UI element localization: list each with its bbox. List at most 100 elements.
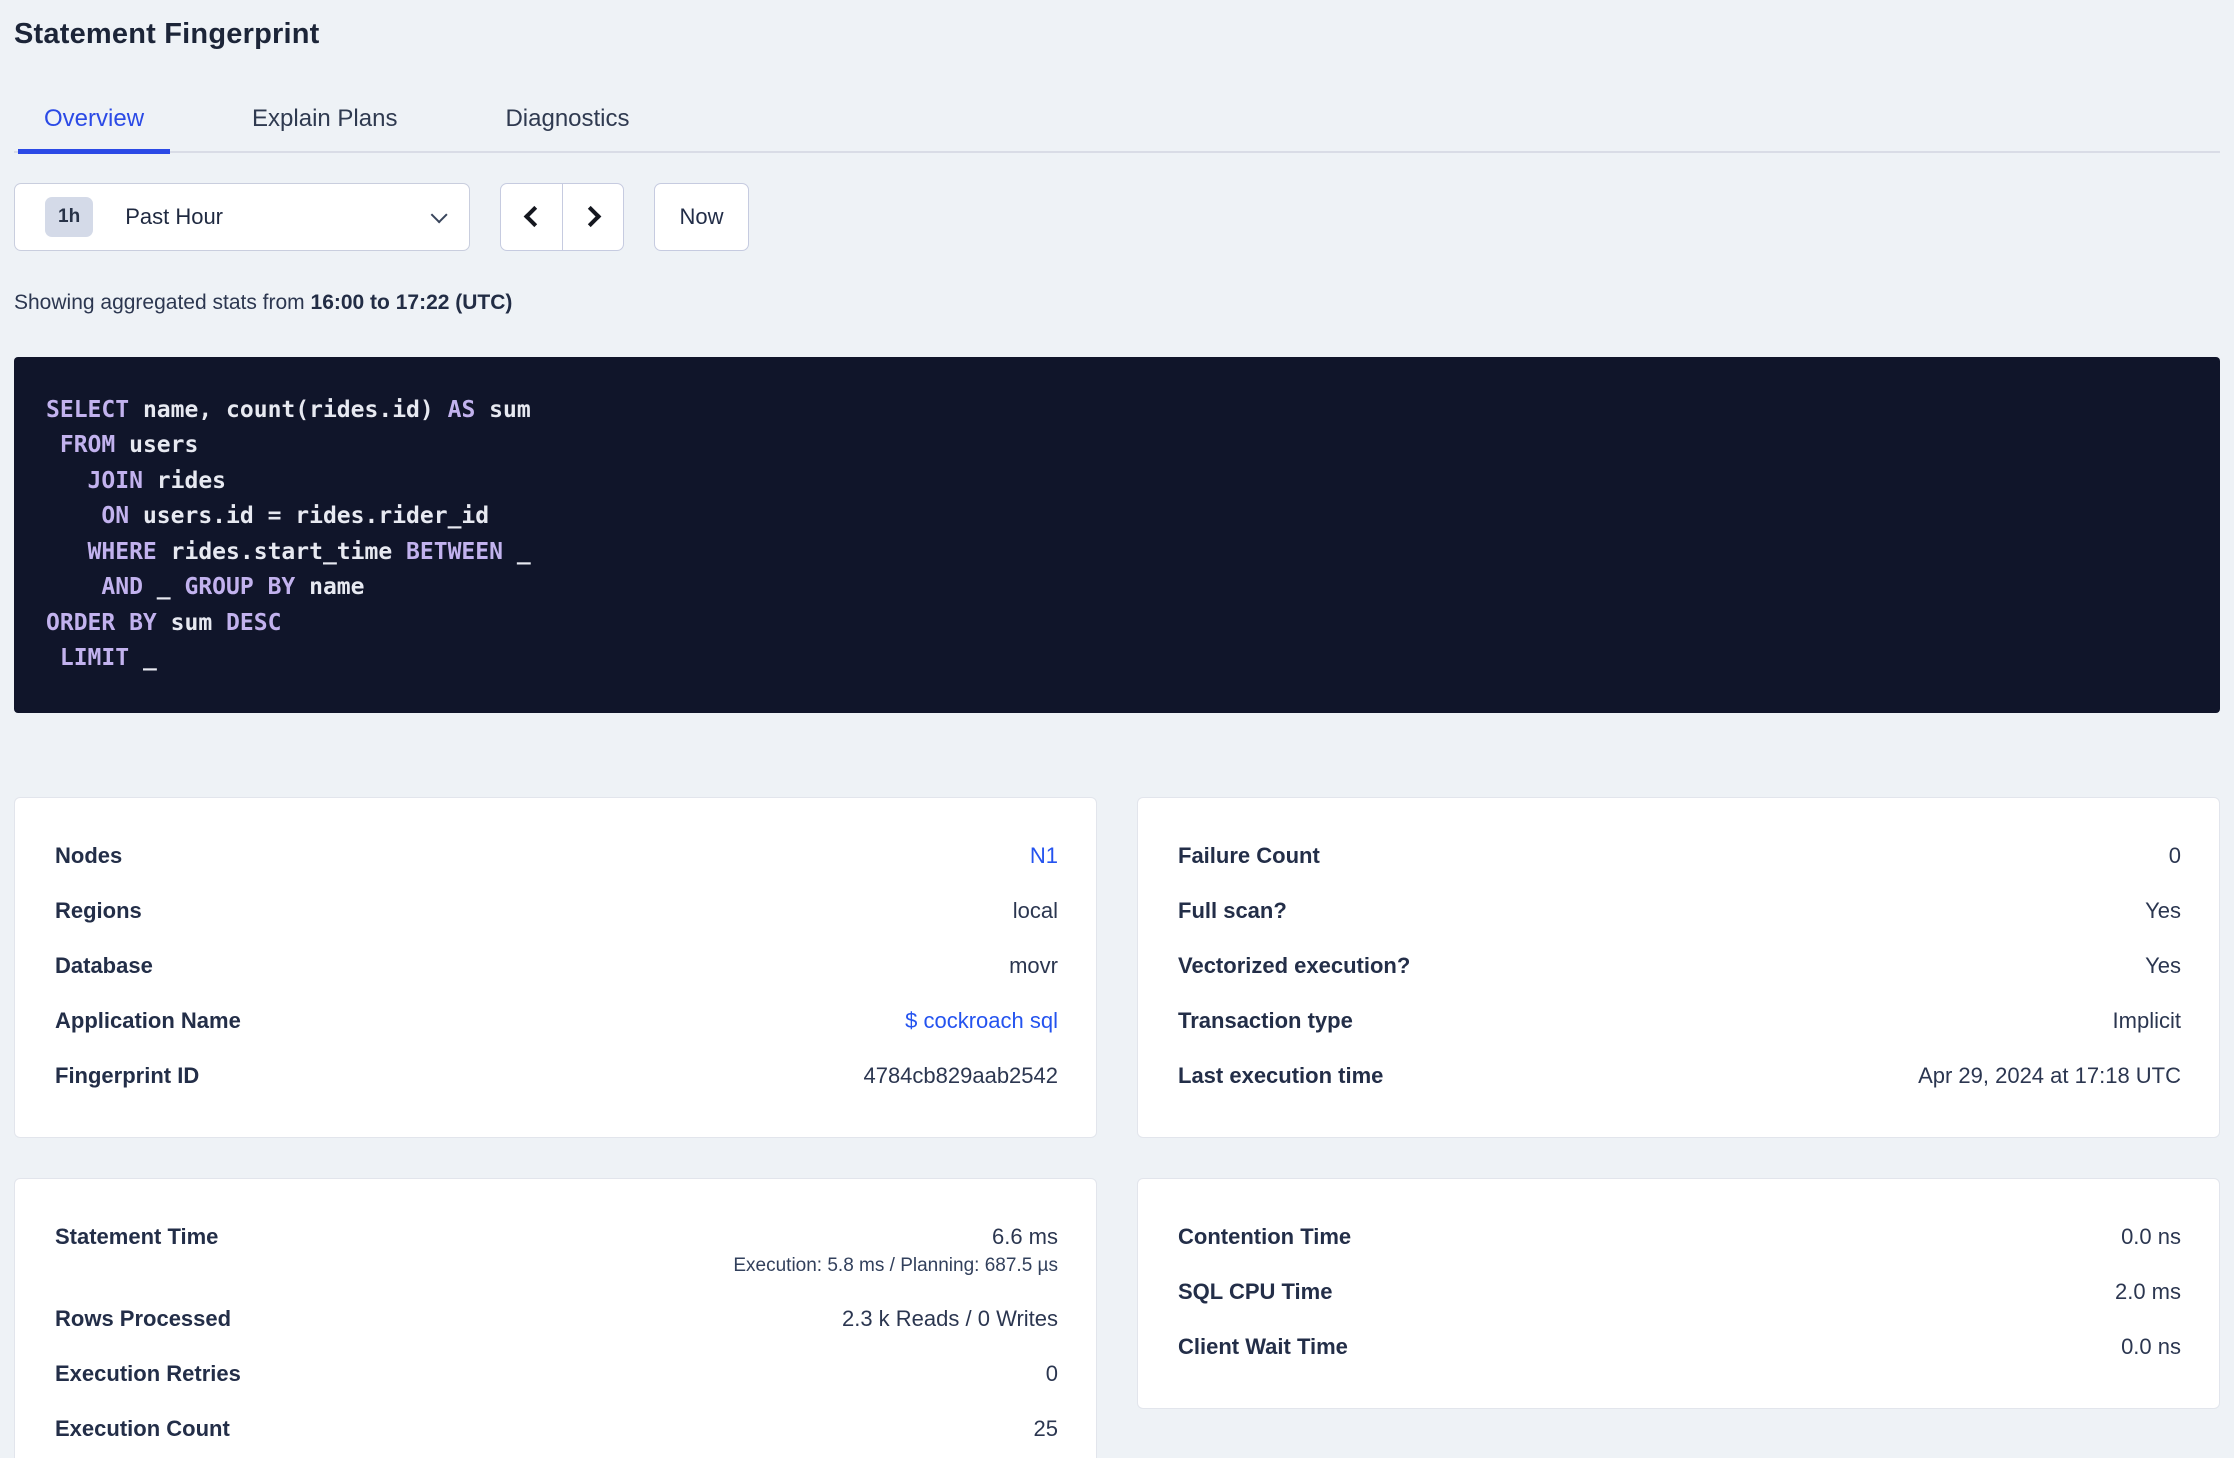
stat-label: Fingerprint ID (55, 1062, 200, 1088)
stat-value: 6.6 ms (991, 1223, 1058, 1249)
stat-value-wrap: Yes (2145, 952, 2181, 979)
stat-value-wrap: local (1013, 897, 1058, 924)
stat-row: SQL CPU Time 2.0 ms (1178, 1264, 2181, 1319)
stat-row: Nodes N1 (55, 828, 1058, 883)
next-interval-button[interactable] (562, 183, 623, 250)
tab-bar: Overview Explain Plans Diagnostics (14, 95, 2220, 154)
stat-value: Implicit (2112, 1007, 2181, 1033)
stat-row: Transaction type Implicit (1178, 993, 2181, 1048)
stat-row: Full scan? Yes (1178, 883, 2181, 938)
stat-label: Execution Count (55, 1415, 230, 1441)
now-button[interactable]: Now (654, 182, 749, 251)
stat-label: Vectorized execution? (1178, 952, 1411, 978)
stat-value-link[interactable]: $ cockroach sql (905, 1007, 1058, 1034)
stat-label: Regions (55, 897, 142, 923)
stat-row: Rows Processed 2.3 k Reads / 0 Writes (55, 1291, 1058, 1346)
stat-value: 0 (2168, 842, 2181, 868)
stat-value: 0 (1045, 1360, 1058, 1386)
stat-value-wrap: Yes (2145, 897, 2181, 924)
sql-statement-box: SELECT name, count(rides.id) AS sum FROM… (14, 356, 2220, 713)
stat-value-wrap: 2.3 k Reads / 0 Writes (842, 1305, 1058, 1332)
stat-value-wrap: 0.0 ns (2121, 1333, 2181, 1360)
stat-value: 0.0 ns (2121, 1333, 2181, 1359)
interval-badge: 1h (45, 196, 94, 237)
sql-code: SELECT name, count(rides.id) AS sum FROM… (46, 393, 2188, 677)
time-toolbar: 1h Past Hour Now (14, 182, 2220, 251)
chevron-left-icon (523, 205, 545, 228)
stat-value-wrap: $ cockroach sql (905, 1007, 1058, 1034)
sql-line: AND _ GROUP BY name (101, 574, 365, 600)
stat-subvalue: Execution: 5.8 ms / Planning: 687.5 µs (733, 1254, 1058, 1276)
summary-cards: Nodes N1 Regions local Database movr Applicati… (14, 796, 2220, 1458)
statement-details-card: Nodes N1 Regions local Database movr Applicati… (14, 796, 1097, 1138)
stat-row: Vectorized execution? Yes (1178, 938, 2181, 993)
stat-row: Database movr (55, 938, 1058, 993)
stat-row: Last execution time Apr 29, 2024 at 17:18… (1178, 1048, 2181, 1103)
sql-line: SELECT name, count(rides.id) AS sum (46, 396, 531, 423)
stat-label: Full scan? (1178, 897, 1287, 923)
wait-time-card: Contention Time 0.0 ns SQL CPU Time 2.0 ms C… (1137, 1177, 2220, 1409)
chevron-right-icon (579, 205, 601, 228)
stat-label: Nodes (55, 842, 123, 868)
stat-value: 4784cb829aab2542 (863, 1062, 1058, 1088)
stat-label: Application Name (55, 1007, 241, 1033)
sql-line: WHERE rides.start_time BETWEEN _ (87, 538, 531, 565)
stats-line-prefix: Showing aggregated stats from (14, 290, 311, 314)
stat-value: 0.0 ns (2121, 1223, 2181, 1249)
stat-label: Execution Retries (55, 1360, 241, 1386)
stat-label: SQL CPU Time (1178, 1278, 1333, 1304)
stat-row: Failure Count 0 (1178, 828, 2181, 883)
execution-attributes-card: Failure Count 0 Full scan? Yes Vectorized ex… (1137, 796, 2220, 1138)
page-title: Statement Fingerprint (14, 18, 320, 50)
stat-value: 2.3 k Reads / 0 Writes (841, 1305, 1058, 1331)
time-range-label: Past Hour (125, 203, 224, 229)
time-range-dropdown[interactable]: 1h Past Hour (14, 182, 470, 251)
stat-value: Yes (2145, 897, 2181, 923)
sql-line: ORDER BY sum DESC (46, 609, 282, 636)
stat-row: Fingerprint ID 4784cb829aab2542 (55, 1048, 1058, 1103)
previous-interval-button[interactable] (501, 184, 562, 250)
stat-row: Execution Retries 0 (55, 1346, 1058, 1401)
tab-explain-plans[interactable]: Explain Plans (226, 95, 423, 154)
stat-label: Statement Time (55, 1223, 219, 1249)
stat-label: Database (55, 952, 153, 978)
stat-value-wrap: 0.0 ns (2121, 1223, 2181, 1250)
stat-value-wrap: 4784cb829aab2542 (863, 1062, 1058, 1089)
stat-value-link[interactable]: N1 (1030, 842, 1058, 869)
stats-line-range: 16:00 to 17:22 (UTC) (310, 290, 513, 314)
stat-label: Last execution time (1178, 1062, 1384, 1088)
stat-value-wrap: 0 (1046, 1360, 1058, 1387)
stat-label: Transaction type (1178, 1007, 1353, 1033)
aggregated-stats-line: Showing aggregated stats from 16:00 to 1… (14, 291, 2220, 315)
stat-value-wrap: Implicit (2113, 1007, 2181, 1034)
chevron-down-icon (430, 205, 448, 223)
stat-row: Regions local (55, 883, 1058, 938)
sql-line: JOIN rides (87, 467, 227, 494)
stat-value-wrap: Apr 29, 2024 at 17:18 UTC (1918, 1062, 2181, 1089)
stat-value: movr (1009, 952, 1058, 978)
statement-fingerprint-page: Statement Fingerprint Overview Explain P… (0, 0, 2234, 1458)
stat-row: Application Name $ cockroach sql (55, 993, 1058, 1048)
tab-diagnostics[interactable]: Diagnostics (479, 95, 655, 154)
time-step-buttons (500, 182, 624, 251)
stat-value-wrap: movr (1009, 952, 1058, 979)
sql-line: FROM users (59, 432, 199, 458)
stat-value: 25 (1033, 1415, 1058, 1441)
stat-value-wrap: N1 (1030, 842, 1058, 869)
stat-label: Rows Processed (55, 1305, 232, 1331)
stat-label: Failure Count (1178, 842, 1320, 868)
tab-overview[interactable]: Overview (18, 95, 171, 154)
stat-value-wrap: 0 (2169, 842, 2181, 869)
stat-value-wrap: 2.0 ms (2115, 1278, 2181, 1305)
stat-value: local (1012, 897, 1058, 923)
stat-value-wrap: 25 (1034, 1415, 1058, 1442)
stat-value: Yes (2145, 952, 2181, 978)
statement-timing-card: Statement Time 6.6 ms Execution: 5.8 ms / … (14, 1177, 1097, 1458)
stat-value: 2.0 ms (2114, 1278, 2181, 1304)
stat-row: Contention Time 0.0 ns (1178, 1209, 2181, 1264)
sql-line: ON users.id = rides.rider_id (101, 503, 490, 529)
stat-label: Contention Time (1178, 1223, 1352, 1249)
stat-row: Execution Count 25 (55, 1401, 1058, 1456)
stat-label: Client Wait Time (1178, 1333, 1348, 1359)
stat-row: Statement Time 6.6 ms Execution: 5.8 ms / … (55, 1209, 1058, 1291)
